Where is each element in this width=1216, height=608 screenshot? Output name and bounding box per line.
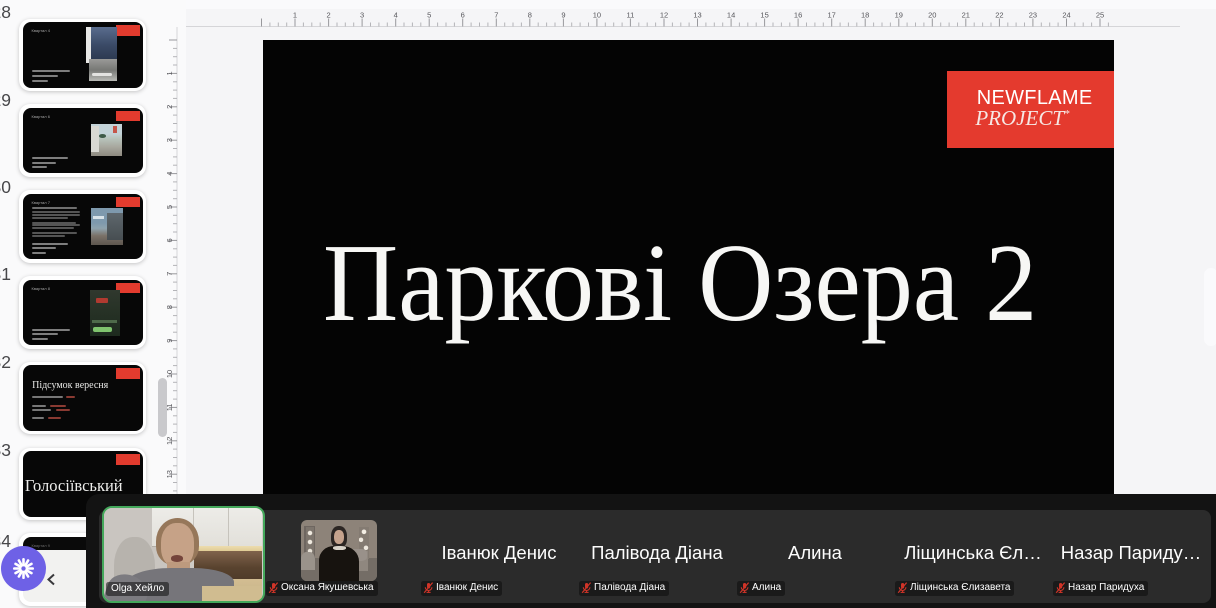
svg-text:4: 4 [394,11,398,20]
svg-text:6: 6 [461,11,465,20]
svg-text:11: 11 [165,404,174,412]
svg-text:3: 3 [360,11,364,20]
svg-text:12: 12 [165,437,174,445]
svg-text:16: 16 [794,11,802,20]
svg-text:10: 10 [165,370,174,378]
svg-text:13: 13 [693,11,701,20]
svg-text:24: 24 [1062,11,1070,20]
svg-text:8: 8 [165,305,174,309]
svg-text:18: 18 [861,11,869,20]
svg-text:8: 8 [528,11,532,20]
svg-text:19: 19 [895,11,903,20]
svg-text:22: 22 [995,11,1003,20]
svg-text:1: 1 [293,11,297,20]
svg-text:25: 25 [1096,11,1104,20]
svg-text:2: 2 [165,105,174,109]
svg-text:5: 5 [165,205,174,209]
svg-text:3: 3 [165,138,174,142]
svg-text:14: 14 [727,11,735,20]
svg-text:9: 9 [561,11,565,20]
svg-text:5: 5 [427,11,431,20]
svg-text:15: 15 [760,11,768,20]
svg-text:7: 7 [165,272,174,276]
svg-text:17: 17 [828,11,836,20]
svg-text:12: 12 [660,11,668,20]
svg-text:20: 20 [928,11,936,20]
svg-text:6: 6 [165,238,174,242]
svg-text:2: 2 [327,11,331,20]
svg-text:11: 11 [627,11,635,20]
svg-text:4: 4 [165,172,174,176]
svg-text:1: 1 [165,71,174,75]
svg-text:9: 9 [165,339,174,343]
svg-text:7: 7 [494,11,498,20]
svg-text:10: 10 [593,11,601,20]
svg-text:23: 23 [1029,11,1037,20]
svg-text:13: 13 [165,470,174,478]
svg-text:21: 21 [962,11,970,20]
